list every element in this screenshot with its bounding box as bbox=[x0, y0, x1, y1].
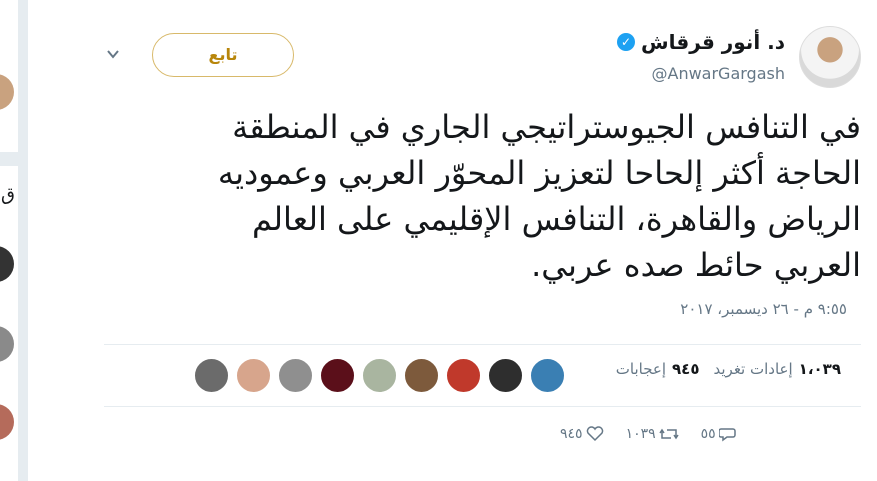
tweet-timestamp[interactable]: ٩:٥٥ م - ٢٦ ديسمبر، ٢٠١٧ bbox=[680, 300, 847, 318]
retweet-action[interactable]: ١٠٣٩ bbox=[626, 426, 679, 442]
retweets-count: ١،٠٣٩ bbox=[798, 360, 841, 378]
retweets-label: إعادات تغريد bbox=[713, 360, 793, 378]
tweet-text-line: الرياض والقاهرة، التنافس الإقليمي على ال… bbox=[251, 200, 861, 238]
heart-icon bbox=[586, 426, 603, 442]
liker-avatar[interactable] bbox=[404, 358, 439, 393]
author-handle[interactable]: @AnwarGargash bbox=[652, 64, 786, 83]
reply-action[interactable]: ٥٥ bbox=[701, 426, 737, 442]
likes-label: إعجابات bbox=[615, 360, 667, 378]
verified-badge-icon: ✓ bbox=[617, 33, 636, 51]
retweet-count: ١٠٣٩ bbox=[625, 426, 656, 442]
tweet-text-line: الحاجة أكثر إلحاحا لتعزيز المحوّر العربي… bbox=[217, 154, 861, 192]
tweet-text: في التنافس الجيوستراتيجي الجاري في المنط… bbox=[0, 104, 861, 288]
author-display-name[interactable]: د. أنور قرقاش bbox=[641, 30, 785, 54]
divider bbox=[104, 344, 861, 345]
liker-avatar[interactable] bbox=[446, 358, 481, 393]
like-count: ٩٤٥ bbox=[560, 426, 583, 442]
chevron-down-icon[interactable] bbox=[106, 47, 120, 61]
liker-avatars bbox=[194, 358, 565, 393]
tweet-stats: ١،٠٣٩ إعادات تغريد ٩٤٥ إعجابات bbox=[616, 360, 841, 378]
liker-avatar[interactable] bbox=[194, 358, 229, 393]
author-name-row[interactable]: د. أنور قرقاش ✓ bbox=[617, 30, 785, 54]
tweet-text-line: في التنافس الجيوستراتيجي الجاري في المنط… bbox=[232, 108, 861, 146]
likes-count: ٩٤٥ bbox=[672, 360, 700, 378]
tweet-text-line: العربي حائط صده عربي. bbox=[531, 246, 861, 284]
like-action[interactable]: ٩٤٥ bbox=[560, 426, 604, 442]
liker-avatar[interactable] bbox=[320, 358, 355, 393]
follow-button[interactable]: تابع bbox=[152, 33, 294, 77]
liker-avatar[interactable] bbox=[488, 358, 523, 393]
liker-avatar[interactable] bbox=[362, 358, 397, 393]
retweets-stat[interactable]: ١،٠٣٩ إعادات تغريد bbox=[714, 360, 842, 378]
tweet-actions: ٥٥ ١٠٣٩ ٩٤٥ bbox=[560, 426, 737, 442]
reply-count: ٥٥ bbox=[700, 426, 716, 442]
reply-icon bbox=[718, 428, 736, 442]
retweet-icon bbox=[659, 428, 679, 440]
liker-avatar[interactable] bbox=[278, 358, 313, 393]
likes-stat[interactable]: ٩٤٥ إعجابات bbox=[616, 360, 700, 378]
liker-avatar[interactable] bbox=[236, 358, 271, 393]
tweet-card: د. أنور قرقاش ✓ @AnwarGargash تابع في ال… bbox=[28, 0, 877, 481]
divider bbox=[104, 406, 861, 407]
liker-avatar[interactable] bbox=[530, 358, 565, 393]
author-avatar[interactable] bbox=[799, 26, 861, 88]
